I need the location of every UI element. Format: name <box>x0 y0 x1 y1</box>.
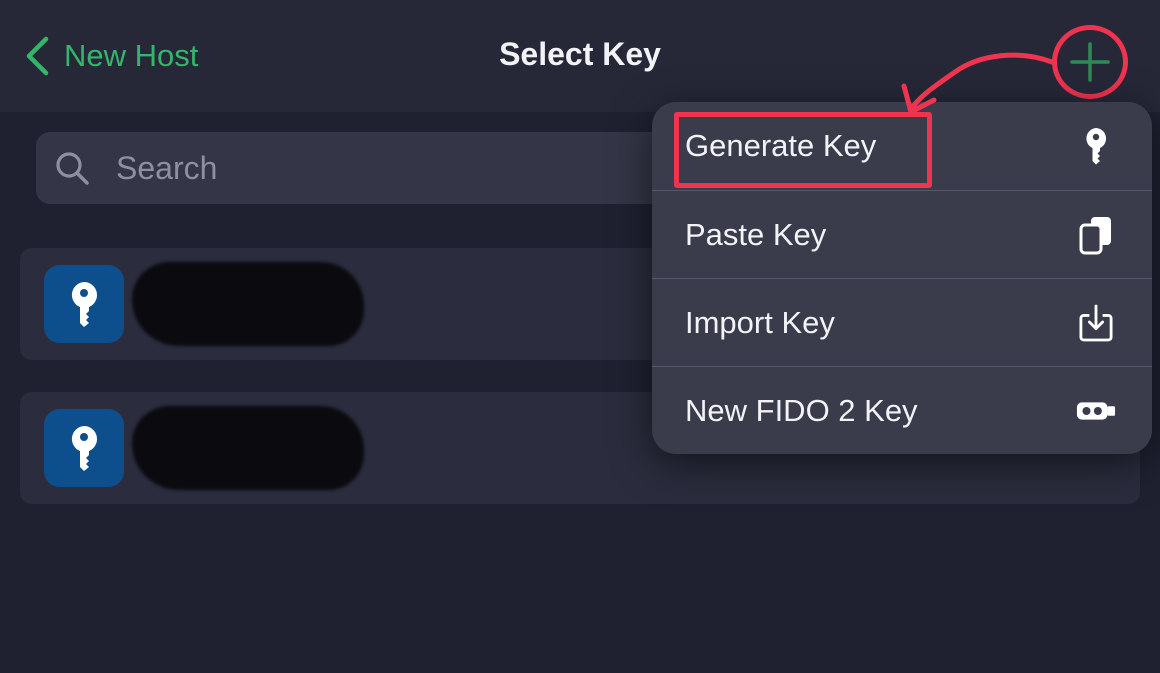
select-key-screen: New Host Select Key Search Generate Key … <box>0 0 1160 673</box>
menu-item-import-key[interactable]: Import Key <box>652 278 1152 366</box>
search-input[interactable] <box>116 149 616 187</box>
menu-item-label: New FIDO 2 Key <box>685 392 918 428</box>
key-icon <box>1076 126 1116 166</box>
menu-item-paste-key[interactable]: Paste Key <box>652 190 1152 278</box>
key-icon <box>71 282 97 327</box>
menu-item-new-fido2-key[interactable]: New FIDO 2 Key <box>652 366 1152 454</box>
menu-item-label: Import Key <box>685 304 835 340</box>
redacted-key-name <box>132 262 364 346</box>
clipboard-icon <box>1076 215 1116 255</box>
menu-item-label: Generate Key <box>685 128 877 163</box>
redacted-key-name <box>132 406 364 490</box>
page-title: Select Key <box>499 36 661 72</box>
key-tile <box>44 265 124 343</box>
annotation-circle <box>1052 25 1128 99</box>
security-key-icon <box>1076 391 1116 431</box>
menu-item-label: Paste Key <box>685 216 827 252</box>
add-button[interactable] <box>1052 25 1128 99</box>
import-icon <box>1076 303 1116 343</box>
add-key-menu: Generate Key Paste Key Import Key New FI… <box>652 102 1152 454</box>
navigation-bar: New Host Select Key <box>0 0 1160 112</box>
search-icon <box>56 152 89 185</box>
key-icon <box>71 426 97 471</box>
menu-item-generate-key[interactable]: Generate Key <box>652 102 1152 190</box>
key-tile <box>44 409 124 487</box>
